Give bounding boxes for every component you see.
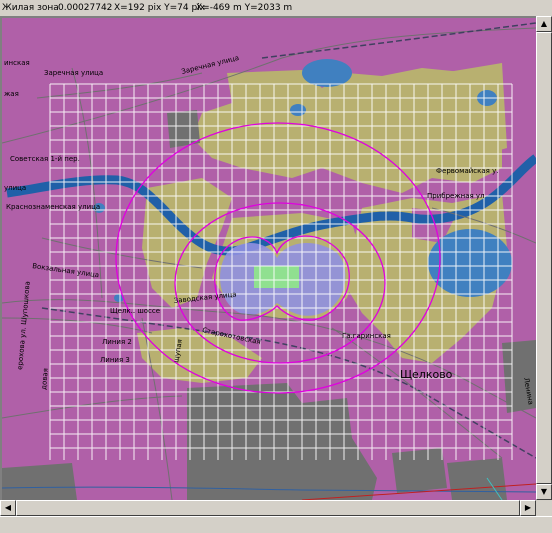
- label-krasnoznamenskaya: Краснознаменская улица: [6, 203, 100, 211]
- label-sovetskaya: Советская 1-й пер.: [10, 155, 80, 163]
- horizontal-scrollbar[interactable]: ◀ ▶: [0, 500, 536, 516]
- map-svg[interactable]: Заречная улица Заречная улица инская жая…: [2, 18, 536, 500]
- scrollbar-corner: [536, 500, 552, 516]
- vertical-scroll-thumb[interactable]: [536, 32, 552, 484]
- label-town: Щелково: [400, 368, 453, 381]
- pixel-coordinates: X=192 pix Y=74 pix: [114, 3, 206, 13]
- label-zarechnaya-1: Заречная улица: [44, 69, 103, 77]
- scroll-down-button[interactable]: ▼: [536, 484, 552, 500]
- status-bar: Жилая зона 0.00027742 X=192 pix Y=74 pix…: [0, 0, 552, 17]
- impact-zone-core: [254, 266, 299, 288]
- label-liniya2: Линия 2: [102, 338, 132, 346]
- scroll-up-button[interactable]: ▲: [536, 16, 552, 32]
- label-inskaya: инская: [4, 59, 30, 67]
- lake-north: [302, 59, 352, 87]
- label-ulitsa: улица: [4, 184, 26, 192]
- scroll-right-button[interactable]: ▶: [520, 500, 536, 516]
- label-zhaya: жая: [4, 90, 19, 98]
- map-coordinates: X=-469 m Y=2033 m: [196, 3, 293, 13]
- lake-small-north: [290, 104, 306, 116]
- label-liniya3: Линия 3: [100, 356, 130, 364]
- vertical-scrollbar[interactable]: ▲ ▼: [536, 16, 552, 500]
- label-gaginskaya: Га.гаринская: [342, 332, 391, 340]
- zone-label: Жилая зона: [2, 3, 59, 13]
- horizontal-scroll-thumb[interactable]: [16, 500, 520, 516]
- label-pribrezhnaya: Прибрежная ул: [427, 192, 485, 200]
- zone-value: 0.00027742: [58, 3, 113, 13]
- map-canvas[interactable]: Заречная улица Заречная улица инская жая…: [0, 16, 536, 500]
- label-shchelok: Щелк.. шоссе: [110, 307, 160, 315]
- scroll-left-button[interactable]: ◀: [0, 500, 16, 516]
- label-pervomaiskaya: Фервомайская у.: [436, 167, 498, 175]
- gray-zone-southwest: [2, 463, 77, 500]
- bottom-strip: [0, 516, 552, 533]
